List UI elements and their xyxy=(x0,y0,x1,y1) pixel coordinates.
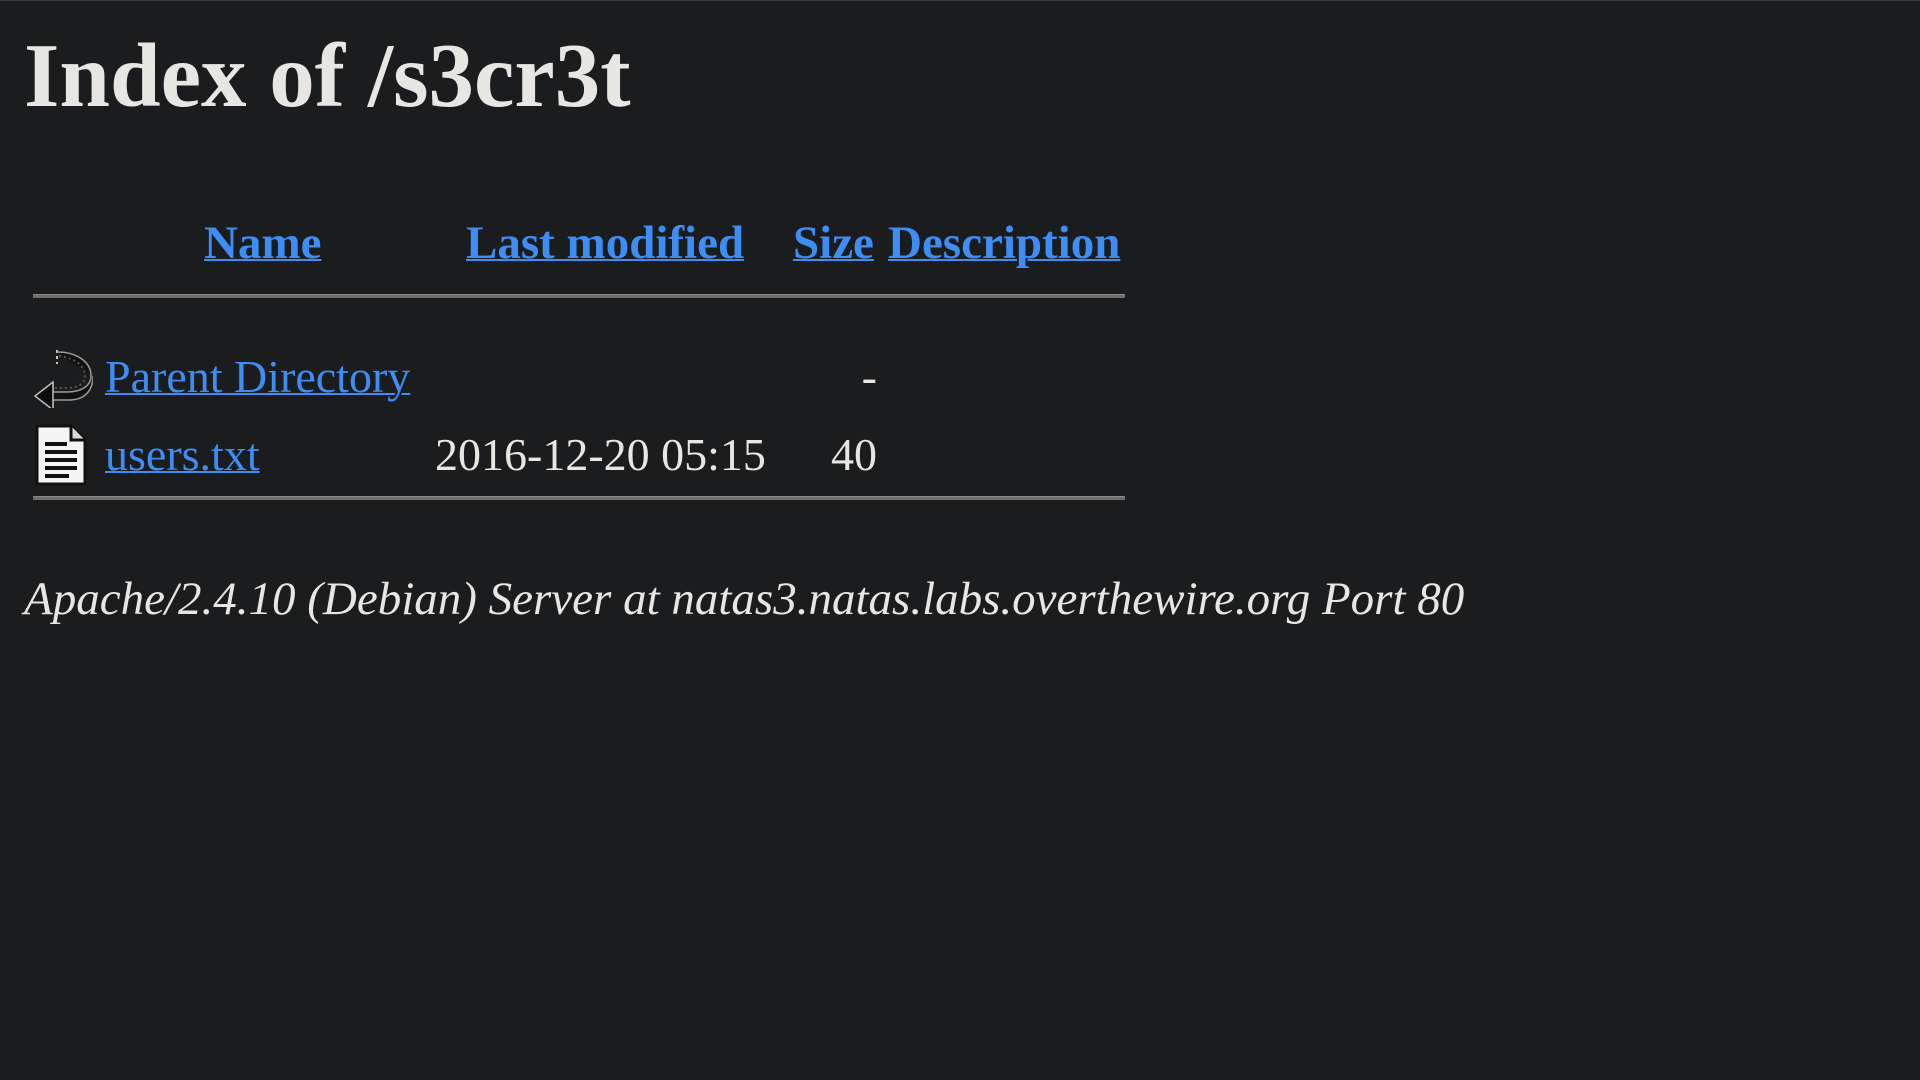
sort-by-last-modified-link[interactable]: Last modified xyxy=(466,216,744,270)
text-file-icon xyxy=(33,424,93,486)
sort-by-name-link[interactable]: Name xyxy=(204,216,321,270)
directory-listing: Name Last modified Size Description Pare… xyxy=(33,208,1125,500)
users-txt-link[interactable]: users.txt xyxy=(105,428,260,481)
row-size: - xyxy=(861,351,877,402)
row-last-modified: 2016-12-20 05:15 xyxy=(435,429,766,480)
sort-by-description-link[interactable]: Description xyxy=(888,216,1120,270)
sort-by-size-link[interactable]: Size xyxy=(793,216,874,270)
page-title: Index of /s3cr3t xyxy=(24,25,631,126)
back-arrow-icon xyxy=(33,346,94,412)
divider-bottom xyxy=(33,496,1125,500)
server-signature: Apache/2.4.10 (Debian) Server at natas3.… xyxy=(24,573,1465,625)
parent-directory-link[interactable]: Parent Directory xyxy=(105,350,410,403)
column-headers: Name Last modified Size Description xyxy=(33,208,1125,272)
table-row: users.txt 2016-12-20 05:15 40 xyxy=(33,416,1125,494)
row-size: 40 xyxy=(831,429,877,480)
table-row: Parent Directory - xyxy=(33,338,1125,416)
